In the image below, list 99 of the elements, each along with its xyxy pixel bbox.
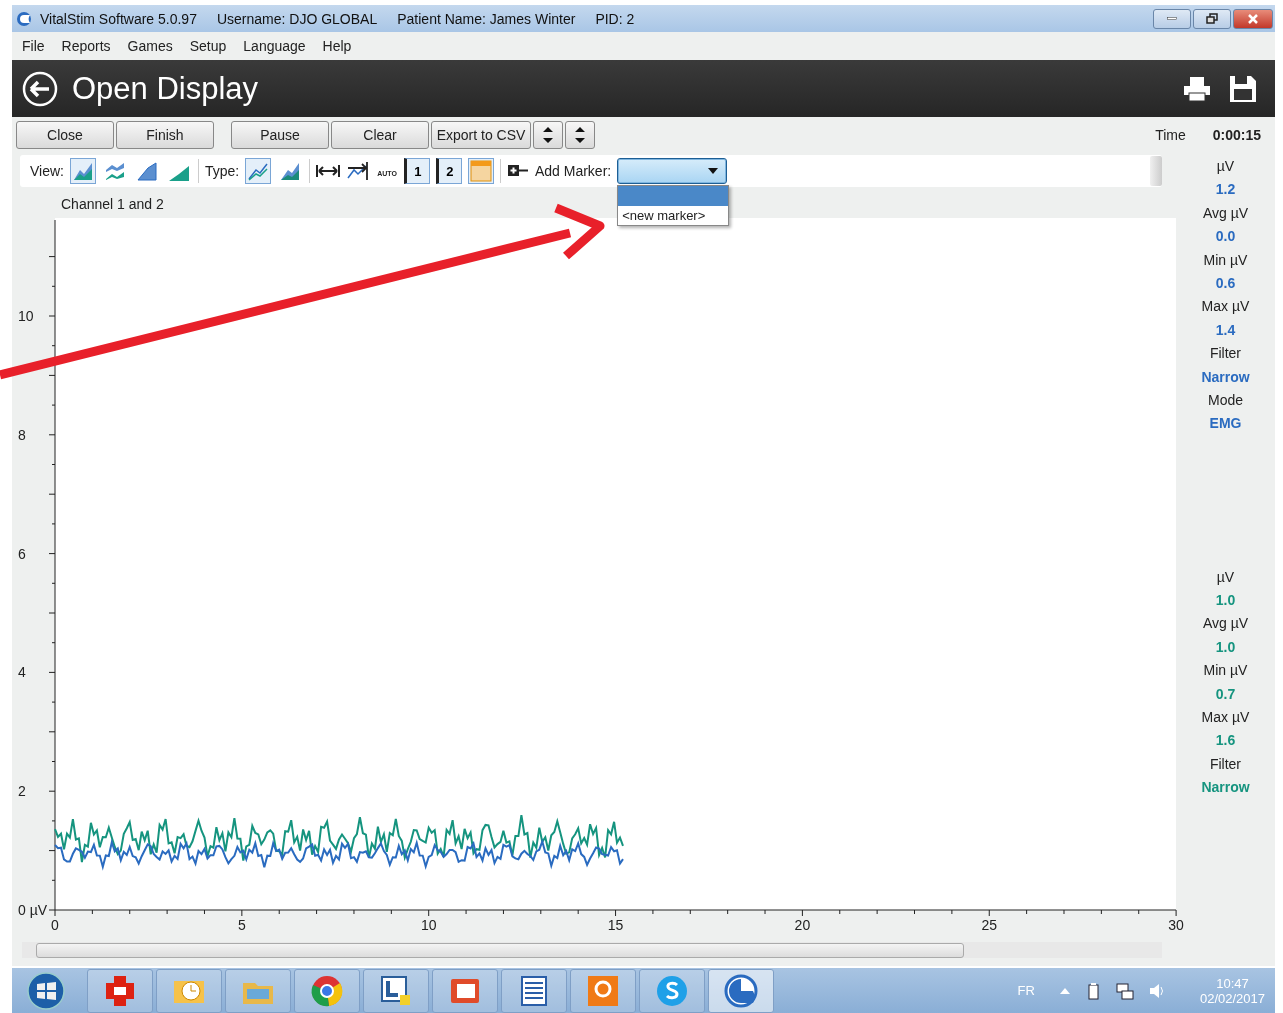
x-tick-label: 0 (51, 917, 59, 933)
stat-label: Min µV (1203, 661, 1248, 681)
network-icon[interactable] (1115, 981, 1134, 1000)
taskbar-button[interactable] (294, 968, 360, 1013)
taskbar-button[interactable] (156, 968, 222, 1013)
stat-label: µV (1216, 567, 1235, 587)
stat-value: 0.0 (1215, 227, 1236, 247)
menu-item[interactable]: Language (243, 38, 306, 54)
color-swatch-icon (469, 160, 492, 182)
caret-icon (708, 168, 719, 174)
channel-toggle[interactable]: 1 (403, 158, 430, 184)
time-label: Time (1155, 127, 1186, 143)
y-tick-label: 6 (18, 545, 26, 562)
stat-label: Max µV (1201, 297, 1250, 317)
taskbar-button[interactable] (639, 968, 705, 1013)
page-title: Open Display (72, 70, 259, 107)
minimize-button[interactable] (1153, 8, 1191, 29)
type-label: Type: (205, 163, 240, 179)
taskbar-button[interactable] (501, 968, 567, 1013)
stat-label: Min µV (1203, 250, 1248, 270)
toolbar-button[interactable]: Clear (331, 121, 429, 149)
y-tick-label: 4 (18, 664, 26, 681)
clock-time: 10:47 (1216, 975, 1249, 991)
fit-width-icon[interactable] (316, 164, 341, 178)
channel-toggle[interactable]: 2 (435, 158, 462, 184)
stat-value: 0.6 (1215, 273, 1236, 293)
spinner-button[interactable] (533, 121, 563, 149)
dropdown-option[interactable]: <new marker> (618, 206, 729, 225)
stat-value: 1.0 (1215, 637, 1236, 657)
x-tick-label: 15 (607, 917, 624, 933)
window-title: VitalStim Software 5.0.97 (40, 10, 197, 27)
half-circle-icon (723, 972, 759, 1009)
restore-icon (1206, 12, 1218, 25)
save-icon[interactable] (1229, 74, 1257, 103)
x-tick-label: 30 (1168, 917, 1184, 933)
stat-value: 0.7 (1215, 684, 1236, 704)
stat-label: Filter (1209, 754, 1242, 774)
menu-item[interactable]: Games (127, 38, 173, 54)
stat-label: Mode (1207, 390, 1243, 410)
menu-item[interactable]: File (22, 38, 45, 54)
menu-item[interactable]: Reports (61, 38, 111, 54)
window-title: Username: DJO GLOBAL (216, 10, 378, 27)
stat-value: 1.2 (1215, 180, 1236, 200)
toolbar-button[interactable]: Pause (231, 121, 329, 149)
taskbar-button[interactable] (363, 968, 429, 1013)
clock-date: 02/02/2017 (1199, 990, 1265, 1006)
toolbar-button[interactable]: Close (16, 121, 114, 149)
stat-value: 1.6 (1215, 731, 1236, 751)
taskbar-button[interactable] (708, 968, 774, 1013)
x-tick-label: 20 (794, 917, 811, 933)
window-title: PID: 2 (595, 10, 635, 27)
stat-label: µV (1216, 157, 1235, 176)
taskbar-button[interactable] (87, 968, 153, 1013)
color-toggle[interactable] (467, 158, 494, 184)
app-icon (16, 10, 32, 27)
stat-label: Avg µV (1202, 203, 1249, 223)
time-value: 0:00:15 (1212, 127, 1261, 143)
stat-value: Narrow (1201, 367, 1250, 387)
add-marker-icon[interactable] (506, 164, 529, 178)
taskbar-button[interactable] (570, 968, 636, 1013)
restore-button[interactable] (1193, 8, 1231, 29)
y-tick-label: 0 µV (18, 902, 48, 918)
spinner-button[interactable] (565, 121, 595, 149)
close-button[interactable] (1233, 8, 1273, 29)
stat-value: EMG (1209, 414, 1242, 434)
stat-label: Max µV (1201, 708, 1250, 728)
taskbar-button[interactable] (432, 968, 498, 1013)
scroll-chart-icon[interactable] (346, 160, 371, 182)
menu-item[interactable]: Setup (189, 38, 227, 54)
view-button[interactable] (70, 158, 96, 184)
stat-label: Filter (1209, 344, 1242, 364)
toolbar-button[interactable]: Finish (116, 121, 214, 149)
menu-item[interactable]: Help (322, 38, 352, 54)
x-tick-label: 10 (420, 917, 437, 933)
y-tick-label: 8 (18, 426, 26, 443)
toolbar-button[interactable]: Export to CSV (431, 121, 531, 149)
windows-logo-icon (26, 970, 66, 1011)
view-label: View: (30, 163, 64, 179)
add-marker-label: Add Marker: (534, 163, 612, 179)
x-tick-label: 5 (237, 917, 246, 933)
y-tick-label: 10 (18, 308, 34, 324)
printer-icon[interactable] (1183, 75, 1211, 102)
area-chart-icon (136, 160, 158, 182)
scroll-grip[interactable] (1150, 156, 1162, 186)
scrollbar-thumb[interactable] (36, 943, 964, 958)
minimize-icon (1167, 17, 1177, 20)
close-icon (1247, 12, 1259, 25)
chart-title: Channel 1 and 2 (61, 195, 164, 214)
x-tick-label: 25 (981, 917, 998, 933)
horizontal-scrollbar[interactable] (22, 942, 1162, 958)
window-title: Patient Name: James Winter (397, 10, 576, 27)
stat-label: Avg µV (1202, 614, 1249, 634)
type-button[interactable] (245, 158, 272, 184)
y-tick-label: 2 (18, 783, 26, 800)
stacked-chart-icon (104, 160, 126, 182)
marker-dropdown[interactable] (617, 158, 728, 184)
stat-value: Narrow (1201, 778, 1250, 798)
stat-value: 1.0 (1215, 591, 1236, 611)
stat-value: 1.4 (1215, 320, 1236, 340)
